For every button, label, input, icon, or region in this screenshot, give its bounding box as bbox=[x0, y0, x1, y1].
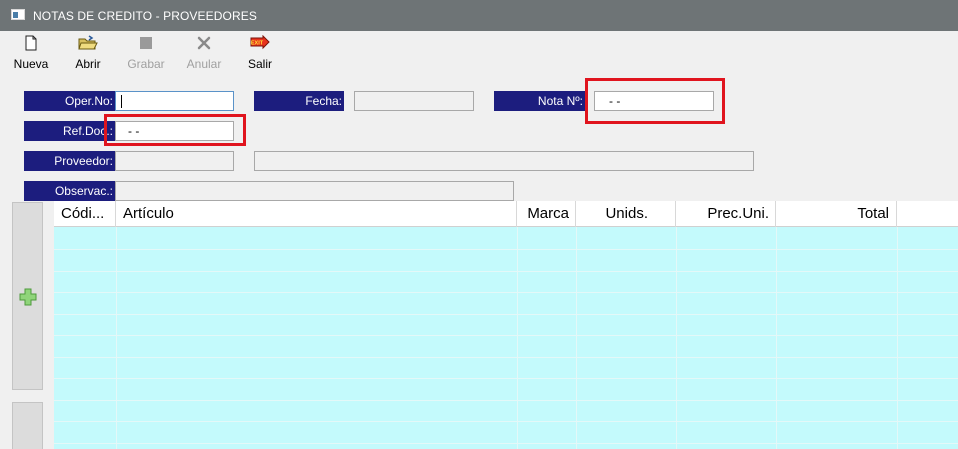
cancel-x-icon bbox=[196, 35, 212, 53]
exit-badge-text: EXIT bbox=[251, 41, 264, 47]
toolbar: Nueva Abrir Grabar Anular EXIT Salir bbox=[0, 31, 958, 77]
proveedor-code-field[interactable] bbox=[115, 151, 234, 171]
col-marca-header[interactable]: Marca bbox=[517, 201, 576, 227]
grid-row-line bbox=[54, 443, 958, 444]
grid-header: Códi... Artículo Marca Unids. Prec.Uni. … bbox=[54, 201, 958, 227]
fecha-label: Fecha: bbox=[254, 91, 344, 111]
ref-doc-label: Ref.Doc.: bbox=[24, 121, 115, 141]
new-button-label: Nueva bbox=[13, 57, 49, 71]
observac-label: Observac.: bbox=[24, 181, 115, 201]
grid-row-line bbox=[54, 378, 958, 379]
col-total-header[interactable]: Total bbox=[776, 201, 897, 227]
grid-column-line bbox=[776, 227, 777, 449]
remove-row-panel[interactable] bbox=[12, 402, 43, 449]
grid-row-line bbox=[54, 314, 958, 315]
title-bar: NOTAS DE CREDITO - PROVEEDORES bbox=[0, 0, 958, 31]
col-codigo-header[interactable]: Códi... bbox=[54, 201, 116, 227]
text-caret bbox=[121, 95, 122, 108]
observac-field[interactable] bbox=[115, 181, 514, 201]
grid-column-line bbox=[116, 227, 117, 449]
grid-row-line bbox=[54, 421, 958, 422]
open-button[interactable]: Abrir bbox=[64, 35, 112, 75]
grid-column-line bbox=[576, 227, 577, 449]
oper-no-label: Oper.No: bbox=[24, 91, 115, 111]
new-button[interactable]: Nueva bbox=[6, 35, 56, 75]
save-icon bbox=[139, 35, 153, 53]
ref-doc-highlight bbox=[104, 114, 246, 146]
col-articulo-header[interactable]: Artículo bbox=[116, 201, 517, 227]
grid-row-line bbox=[54, 249, 958, 250]
grid-column-line bbox=[676, 227, 677, 449]
new-document-icon bbox=[24, 35, 38, 53]
oper-no-field[interactable] bbox=[115, 91, 234, 111]
cancel-button-label: Anular bbox=[186, 57, 222, 71]
grid-column-line bbox=[897, 227, 898, 449]
cancel-button[interactable]: Anular bbox=[180, 35, 228, 75]
save-button-label: Grabar bbox=[127, 57, 165, 71]
grid-row-line bbox=[54, 271, 958, 272]
items-grid[interactable]: Códi... Artículo Marca Unids. Prec.Uni. … bbox=[54, 201, 958, 449]
add-row-panel[interactable] bbox=[12, 202, 43, 390]
grid-row-line bbox=[54, 400, 958, 401]
col-unids-header[interactable]: Unids. bbox=[576, 201, 676, 227]
window-title: NOTAS DE CREDITO - PROVEEDORES bbox=[33, 9, 257, 23]
nota-no-label: Nota Nº: bbox=[494, 91, 585, 111]
add-plus-icon[interactable] bbox=[18, 287, 38, 307]
fecha-field[interactable] bbox=[354, 91, 474, 111]
exit-button[interactable]: EXIT Salir bbox=[236, 34, 284, 75]
col-prec-uni-header[interactable]: Prec.Uni. bbox=[676, 201, 776, 227]
exit-icon: EXIT bbox=[250, 34, 270, 53]
grid-row-line bbox=[54, 357, 958, 358]
open-button-label: Abrir bbox=[75, 57, 101, 71]
grid-row-line bbox=[54, 292, 958, 293]
nota-no-highlight bbox=[585, 78, 725, 124]
save-button[interactable]: Grabar bbox=[122, 35, 170, 75]
exit-button-label: Salir bbox=[247, 57, 272, 71]
grid-column-line bbox=[517, 227, 518, 449]
col-extra-header bbox=[897, 201, 958, 227]
open-folder-icon bbox=[78, 35, 98, 53]
grid-row-line bbox=[54, 335, 958, 336]
proveedor-label: Proveedor: bbox=[24, 151, 115, 171]
app-icon bbox=[11, 9, 25, 20]
proveedor-name-field[interactable] bbox=[254, 151, 754, 171]
